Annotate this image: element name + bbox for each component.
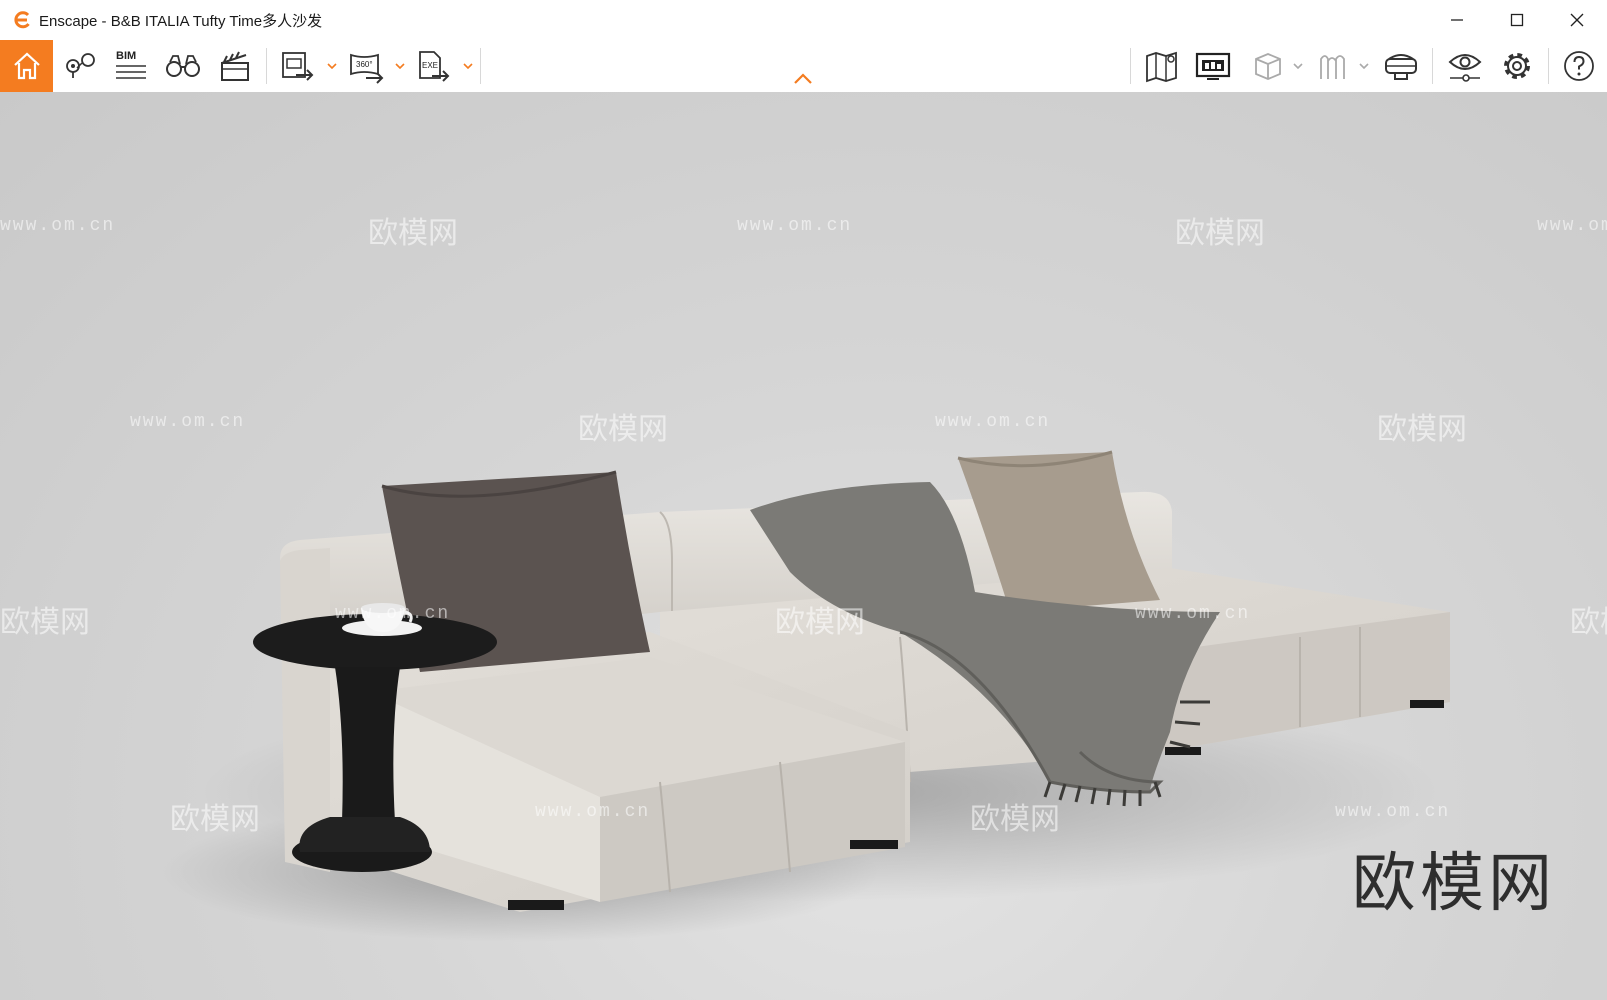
bim-button[interactable]: BIM: [110, 40, 152, 92]
watermark-url: www.om.cn: [1135, 604, 1251, 624]
home-icon: [13, 52, 40, 80]
watermark-url: www.om.cn: [935, 412, 1051, 432]
toolbar-divider: [1432, 48, 1433, 84]
watermark-brand: 欧模网: [1377, 412, 1467, 447]
eye-settings-icon: [1448, 54, 1482, 82]
vr-headset-icon: [1385, 54, 1417, 80]
asset-library-button[interactable]: [1314, 40, 1352, 92]
gear-icon: [1504, 53, 1530, 79]
asset-library-icon: [1320, 55, 1345, 79]
presentation-button[interactable]: [1193, 40, 1233, 92]
toolbar-divider: [1548, 48, 1549, 84]
help-button[interactable]: [1558, 40, 1600, 92]
chevron-down-icon: [395, 63, 405, 69]
watermark-url: www.om.cn: [533, 20, 649, 40]
watermark-brand: 欧模网: [775, 605, 865, 640]
enscape-logo-icon: [11, 9, 33, 31]
watermark-brand: 欧模网: [368, 216, 458, 251]
window-controls: [1427, 0, 1607, 40]
chevron-down-icon: [463, 63, 473, 69]
bim-icon: BIM: [116, 50, 146, 79]
toolbar-divider: [266, 48, 267, 84]
watermark-brand: 欧模网: [950, 20, 1040, 55]
panorama-dropdown[interactable]: [394, 58, 406, 74]
watermark-large-brand: 欧模网: [1352, 847, 1556, 921]
maximize-icon: [1510, 13, 1524, 27]
binoculars-button[interactable]: [162, 40, 204, 92]
monitor-icon: [1195, 52, 1231, 80]
toolbar-divider: [1130, 48, 1131, 84]
window-title: Enscape - B&B ITALIA Tufty Time多人沙发: [39, 12, 323, 30]
video-editor-button[interactable]: [214, 40, 256, 92]
home-button[interactable]: [0, 40, 53, 92]
cube-dropdown[interactable]: [1292, 58, 1304, 74]
chevron-down-icon: [1359, 63, 1369, 69]
visual-settings-button[interactable]: [1444, 40, 1486, 92]
chevron-down-icon: [1293, 63, 1303, 69]
screenshot-export-icon: [282, 52, 314, 81]
exe-label: EXE: [422, 61, 438, 70]
cube-button[interactable]: [1248, 40, 1286, 92]
screenshot-export-button[interactable]: [278, 40, 318, 92]
help-icon: [1564, 51, 1594, 81]
minimize-icon: [1451, 19, 1463, 21]
close-icon: [1570, 13, 1584, 27]
asset-library-dropdown[interactable]: [1358, 58, 1370, 74]
collapse-toolbar-button[interactable]: [793, 70, 813, 86]
panorama-export-button[interactable]: 360°: [346, 40, 388, 92]
watermark-url: www.om.cn: [1335, 802, 1451, 822]
watermark-brand: 欧模网: [170, 802, 260, 837]
screenshot-dropdown[interactable]: [326, 58, 338, 74]
watermark-url: www.om.cn: [1537, 216, 1607, 236]
map-button[interactable]: [1142, 40, 1182, 92]
vr-headset-button[interactable]: [1380, 40, 1422, 92]
map-icon: [1146, 51, 1177, 83]
watermark-url: www.om.cn: [335, 604, 451, 624]
panorama-export-icon: 360°: [350, 53, 384, 84]
exe-dropdown[interactable]: [462, 58, 474, 74]
watermark-url: www.om.cn: [535, 802, 651, 822]
watermark-url: www.om.cn: [737, 216, 853, 236]
watermark-url: www.om.cn: [130, 412, 246, 432]
cube-icon: [1255, 53, 1281, 80]
exe-export-button[interactable]: EXE: [414, 40, 454, 92]
maximize-button[interactable]: [1487, 0, 1547, 40]
watermark-brand: 欧模网: [1175, 216, 1265, 251]
watermark-brand: 欧模网: [0, 605, 90, 640]
binoculars-icon: [166, 55, 200, 77]
views-button[interactable]: [60, 40, 102, 92]
watermark-brand: 欧模网: [970, 802, 1060, 837]
toolbar-divider: [480, 48, 481, 84]
watermark-url: www.om.cn: [1336, 20, 1452, 40]
panorama-label: 360°: [356, 60, 373, 69]
close-button[interactable]: [1547, 0, 1607, 40]
main-toolbar: BIM 360° EXE: [0, 40, 1607, 93]
render-viewport[interactable]: www.om.cn www.om.cn www.om.cn www.om.cn …: [0, 20, 1607, 1000]
settings-button[interactable]: [1496, 40, 1538, 92]
enscape-window: Enscape - B&B ITALIA Tufty Time多人沙发 BIM: [0, 0, 1607, 1000]
bim-label: BIM: [116, 50, 136, 62]
chevron-up-icon: [794, 73, 812, 84]
watermark-brand: 欧模网: [1570, 605, 1607, 640]
exe-export-icon: EXE: [419, 51, 450, 82]
chevron-down-icon: [327, 63, 337, 69]
clapperboard-icon: [221, 51, 249, 81]
watermark-url: www.om.cn: [0, 216, 116, 236]
watermark-brand: 欧模网: [578, 412, 668, 447]
location-pin-icon: [66, 53, 95, 78]
